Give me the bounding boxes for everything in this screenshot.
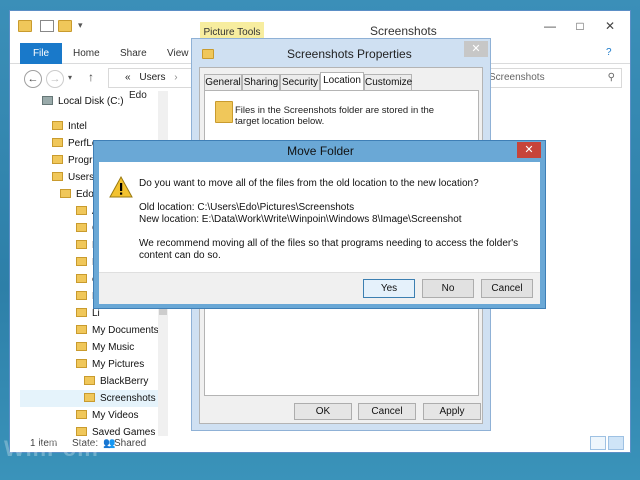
folder-icon	[84, 376, 95, 385]
folder-icon	[215, 101, 233, 123]
folder-icon	[18, 20, 32, 32]
tab-home[interactable]: Home	[73, 43, 100, 64]
yes-button[interactable]: Yes	[363, 279, 415, 298]
close-button[interactable]: ✕	[596, 17, 624, 35]
tree-item-edo[interactable]: Edo	[60, 186, 94, 203]
drive-icon	[42, 96, 53, 105]
search-icon[interactable]: ⚲	[608, 69, 615, 87]
tree-item-my-videos[interactable]: My Videos	[76, 407, 139, 424]
recommend-line-2: content can do so.	[139, 250, 221, 261]
folder-icon	[52, 172, 63, 181]
tree-item-saved-games[interactable]: Saved Games	[76, 424, 155, 436]
tab-security[interactable]: Security	[280, 74, 320, 90]
help-icon[interactable]: ?	[606, 47, 612, 58]
search-placeholder: Screenshots	[489, 72, 545, 83]
move-folder-dialog: Move Folder ✕ Do you want to move all of…	[93, 140, 546, 309]
warning-icon	[109, 176, 133, 198]
folder-icon	[76, 359, 87, 368]
folder-icon	[76, 410, 87, 419]
large-icons-view-icon[interactable]	[608, 436, 624, 450]
tree-item-screenshots[interactable]: Screenshots	[20, 390, 164, 407]
minimize-button[interactable]: —	[536, 17, 564, 35]
folder-icon	[52, 138, 63, 147]
folder-icon	[84, 393, 95, 402]
folder-icon	[60, 189, 71, 198]
move-folder-footer: Yes No Cancel	[99, 272, 540, 304]
no-button[interactable]: No	[422, 279, 474, 298]
customize-toolbar-icon[interactable]: ▾	[78, 20, 83, 31]
breadcrumb-users[interactable]: Users	[139, 72, 165, 83]
address-field[interactable]: « Users › Edo	[108, 68, 198, 101]
folder-icon	[76, 274, 87, 283]
new-folder-icon[interactable]	[58, 20, 72, 32]
properties-title: Screenshots Properties	[287, 47, 412, 61]
window-title: Screenshots	[370, 24, 437, 38]
folder-icon	[76, 427, 87, 436]
recent-locations-icon[interactable]: ▾	[68, 73, 72, 82]
breadcrumb-separator: ›	[174, 72, 178, 83]
back-icon[interactable]: ←	[24, 70, 42, 88]
tab-sharing[interactable]: Sharing	[242, 74, 280, 90]
properties-close-button[interactable]: ✕	[464, 41, 488, 57]
tree-item-intel[interactable]: Intel	[52, 118, 87, 135]
tab-location[interactable]: Location	[320, 72, 364, 91]
forward-icon[interactable]: →	[46, 70, 64, 88]
tab-general[interactable]: General	[204, 74, 242, 90]
cancel-button[interactable]: Cancel	[358, 403, 416, 420]
search-input[interactable]: Screenshots ⚲	[480, 68, 622, 88]
folder-icon	[202, 49, 214, 59]
location-description: Files in the Screenshots folder are stor…	[235, 105, 435, 127]
tab-file[interactable]: File	[20, 43, 62, 64]
tree-item-program-files[interactable]: Progr	[52, 152, 92, 169]
ok-button[interactable]: OK	[294, 403, 352, 420]
folder-icon	[76, 206, 87, 215]
maximize-button[interactable]: □	[566, 17, 594, 35]
tree-item-blackberry[interactable]: BlackBerry	[84, 373, 148, 390]
move-folder-close-button[interactable]: ✕	[517, 142, 541, 158]
folder-icon	[76, 325, 87, 334]
old-location: Old location: C:\Users\Edo\Pictures\Scre…	[139, 202, 355, 213]
details-view-icon[interactable]	[590, 436, 606, 450]
folder-icon	[76, 291, 87, 300]
tree-item-my-music[interactable]: My Music	[76, 339, 134, 356]
folder-icon	[52, 121, 63, 130]
apply-button[interactable]: Apply	[423, 403, 481, 420]
folder-icon	[76, 240, 87, 249]
folder-icon	[76, 308, 87, 317]
folder-icon	[76, 223, 87, 232]
folder-icon	[76, 342, 87, 351]
tree-item-local-disk[interactable]: Local Disk (C:)	[42, 93, 124, 110]
folder-icon	[76, 257, 87, 266]
tab-customize[interactable]: Customize	[364, 74, 412, 90]
tab-view[interactable]: View	[167, 43, 189, 64]
recommend-line-1: We recommend moving all of the files so …	[139, 238, 519, 249]
tree-item-my-pictures[interactable]: My Pictures	[76, 356, 144, 373]
move-question: Do you want to move all of the files fro…	[139, 178, 479, 189]
move-cancel-button[interactable]: Cancel	[481, 279, 533, 298]
up-icon[interactable]: ↑	[88, 70, 94, 84]
tree-item-my-documents[interactable]: My Documents	[76, 322, 159, 339]
folder-icon	[52, 155, 63, 164]
watermark-logo: WinPoin	[4, 436, 99, 461]
properties-icon[interactable]	[40, 20, 54, 32]
move-folder-title: Move Folder	[287, 144, 354, 158]
tab-share[interactable]: Share	[120, 43, 147, 64]
address-overflow[interactable]: «	[125, 72, 131, 83]
new-location: New location: E:\Data\Work\Write\Winpoin…	[139, 214, 462, 225]
tree-item-users[interactable]: Users	[52, 169, 94, 186]
